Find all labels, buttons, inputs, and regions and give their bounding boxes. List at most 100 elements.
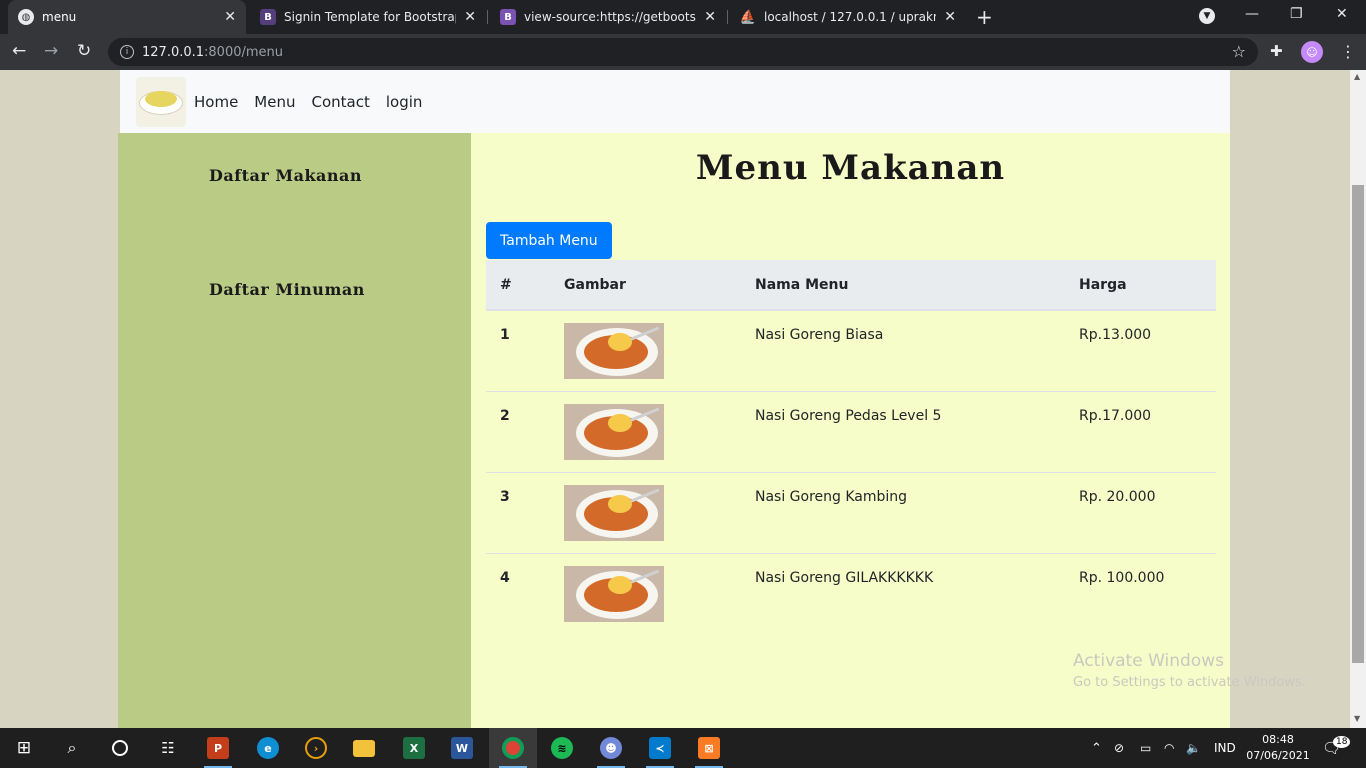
- row-price: Rp.17.000: [1065, 391, 1216, 473]
- row-price: Rp. 20.000: [1065, 472, 1216, 554]
- cortana-icon: [112, 740, 128, 756]
- word-icon: W: [451, 737, 473, 759]
- watermark-title: Activate Windows: [1073, 651, 1224, 671]
- close-window-icon[interactable]: ✕: [1336, 6, 1348, 22]
- cortana-button[interactable]: [96, 728, 144, 768]
- logo-food: [145, 90, 177, 107]
- discord-icon: ☻: [600, 737, 622, 759]
- sidebar-item-daftar-minuman[interactable]: Daftar Minuman: [209, 280, 365, 299]
- notifications-icon[interactable]: 🗨: [1322, 728, 1341, 768]
- bootstrap-icon: B: [500, 9, 516, 25]
- taskbar-spotify[interactable]: ≋: [538, 728, 586, 768]
- edge-icon: e: [257, 737, 279, 759]
- close-tab-icon[interactable]: ✕: [224, 9, 236, 25]
- new-tab-icon[interactable]: +: [976, 5, 993, 29]
- extensions-icon[interactable]: ✚: [1270, 42, 1283, 60]
- address-bar[interactable]: i 127.0.0.1:8000/menu ☆: [108, 38, 1258, 66]
- restore-icon[interactable]: ❐: [1290, 6, 1303, 22]
- language-indicator[interactable]: IND: [1214, 728, 1236, 768]
- taskbar-file-explorer[interactable]: [340, 728, 388, 768]
- row-image-cell: [550, 472, 741, 554]
- tab-menu[interactable]: ◍ menu ✕: [8, 0, 246, 34]
- tab-title: localhost / 127.0.0.1 / upraknasi /: [764, 10, 936, 24]
- browser-menu-icon[interactable]: ⋮: [1340, 42, 1356, 61]
- row-number: 3: [486, 472, 550, 554]
- taskbar-edge[interactable]: e: [244, 728, 292, 768]
- taskbar-excel[interactable]: X: [390, 728, 438, 768]
- food-image: [564, 323, 664, 379]
- reload-icon[interactable]: ↻: [77, 41, 91, 61]
- start-button[interactable]: ⊞: [0, 728, 48, 768]
- wifi-icon[interactable]: ◠: [1164, 728, 1174, 768]
- forward-icon[interactable]: →: [44, 41, 58, 61]
- column-header-gambar: Gambar: [550, 260, 741, 311]
- url-host: 127.0.0.1: [142, 44, 205, 60]
- close-tab-icon[interactable]: ✕: [464, 9, 476, 25]
- avatar[interactable]: ☺: [1301, 41, 1323, 63]
- minimize-icon[interactable]: —: [1245, 6, 1259, 22]
- plex-icon: ›: [305, 737, 327, 759]
- food-image: [564, 485, 664, 541]
- taskbar-vscode[interactable]: ≺: [636, 728, 684, 768]
- taskbar-plex[interactable]: ›: [292, 728, 340, 768]
- nav-link-login[interactable]: login: [386, 93, 423, 111]
- clock-time: 08:48: [1262, 733, 1294, 746]
- tab-title: menu: [42, 10, 77, 24]
- tab-phpmyadmin[interactable]: ⛵ localhost / 127.0.0.1 / upraknasi / ✕: [730, 0, 966, 34]
- nav-link-home[interactable]: Home: [194, 93, 238, 111]
- globe-icon: ◍: [18, 9, 34, 25]
- tab-signin-template[interactable]: B Signin Template for Bootstrap ✕: [250, 0, 486, 34]
- row-menu-name: Nasi Goreng Pedas Level 5: [741, 391, 1065, 473]
- system-clock[interactable]: 08:48 07/06/2021: [1244, 732, 1312, 764]
- vscode-icon: ≺: [649, 737, 671, 759]
- search-button[interactable]: ⌕: [48, 728, 96, 768]
- nav-link-menu[interactable]: Menu: [254, 93, 295, 111]
- taskbar-xampp[interactable]: ⊠: [685, 728, 733, 768]
- close-tab-icon[interactable]: ✕: [704, 9, 716, 25]
- tab-view-source[interactable]: B view-source:https://getbootstrap ✕: [490, 0, 726, 34]
- tab-separator: [727, 10, 728, 24]
- taskbar-discord[interactable]: ☻: [587, 728, 635, 768]
- food-image: [564, 566, 664, 622]
- site-logo[interactable]: [136, 76, 186, 127]
- tab-title: Signin Template for Bootstrap: [284, 10, 457, 24]
- page-title: Menu Makanan: [695, 148, 1006, 188]
- task-view-button[interactable]: ☷: [144, 728, 192, 768]
- excel-icon: X: [403, 737, 425, 759]
- row-price: Rp. 100.000: [1065, 553, 1216, 635]
- row-number: 4: [486, 553, 550, 635]
- network-off-icon[interactable]: ⊘: [1114, 728, 1124, 768]
- windows-taskbar: ⊞ ⌕ ☷ P e › X W ≋ ☻ ≺ ⊠ ⌃ ⊘ ▭ ◠ 🔈 IND 08…: [0, 728, 1366, 768]
- scrollbar-thumb[interactable]: [1352, 185, 1364, 663]
- row-number: 2: [486, 391, 550, 473]
- scroll-up-icon[interactable]: ▲: [1354, 72, 1360, 81]
- browser-tab-strip: ◍ menu ✕ B Signin Template for Bootstrap…: [0, 0, 1366, 34]
- info-icon[interactable]: i: [120, 45, 134, 59]
- column-header-nama-menu: Nama Menu: [741, 260, 1065, 311]
- row-number: 1: [486, 309, 550, 392]
- nav-link-contact[interactable]: Contact: [311, 93, 369, 111]
- show-hidden-icons[interactable]: ⌃: [1091, 728, 1102, 768]
- bookmark-star-icon[interactable]: ☆: [1232, 42, 1246, 61]
- xampp-icon: ⊠: [698, 737, 720, 759]
- table-row: 1 Nasi Goreng Biasa Rp.13.000: [486, 309, 1216, 392]
- page-viewport: Home Menu Contact login Daftar Makanan D…: [0, 70, 1350, 728]
- page-scrollbar[interactable]: ▲ ▼: [1350, 70, 1366, 728]
- back-icon[interactable]: ←: [12, 41, 26, 61]
- volume-icon[interactable]: 🔈: [1186, 728, 1201, 768]
- taskbar-chrome[interactable]: [489, 728, 537, 768]
- close-tab-icon[interactable]: ✕: [944, 9, 956, 25]
- taskbar-powerpoint[interactable]: P: [194, 728, 242, 768]
- add-menu-button[interactable]: Tambah Menu: [486, 222, 612, 259]
- table-header-row: # Gambar Nama Menu Harga: [486, 260, 1216, 311]
- tab-search-icon[interactable]: ▼: [1199, 8, 1215, 24]
- column-header-number: #: [486, 260, 550, 311]
- sidebar-item-daftar-makanan[interactable]: Daftar Makanan: [209, 166, 362, 185]
- scroll-down-icon[interactable]: ▼: [1354, 714, 1360, 723]
- taskbar-word[interactable]: W: [438, 728, 486, 768]
- folder-icon: [353, 739, 375, 757]
- phpmyadmin-icon: ⛵: [739, 9, 757, 25]
- battery-icon[interactable]: ▭: [1140, 728, 1151, 768]
- spotify-icon: ≋: [551, 737, 573, 759]
- tab-separator: [487, 10, 488, 24]
